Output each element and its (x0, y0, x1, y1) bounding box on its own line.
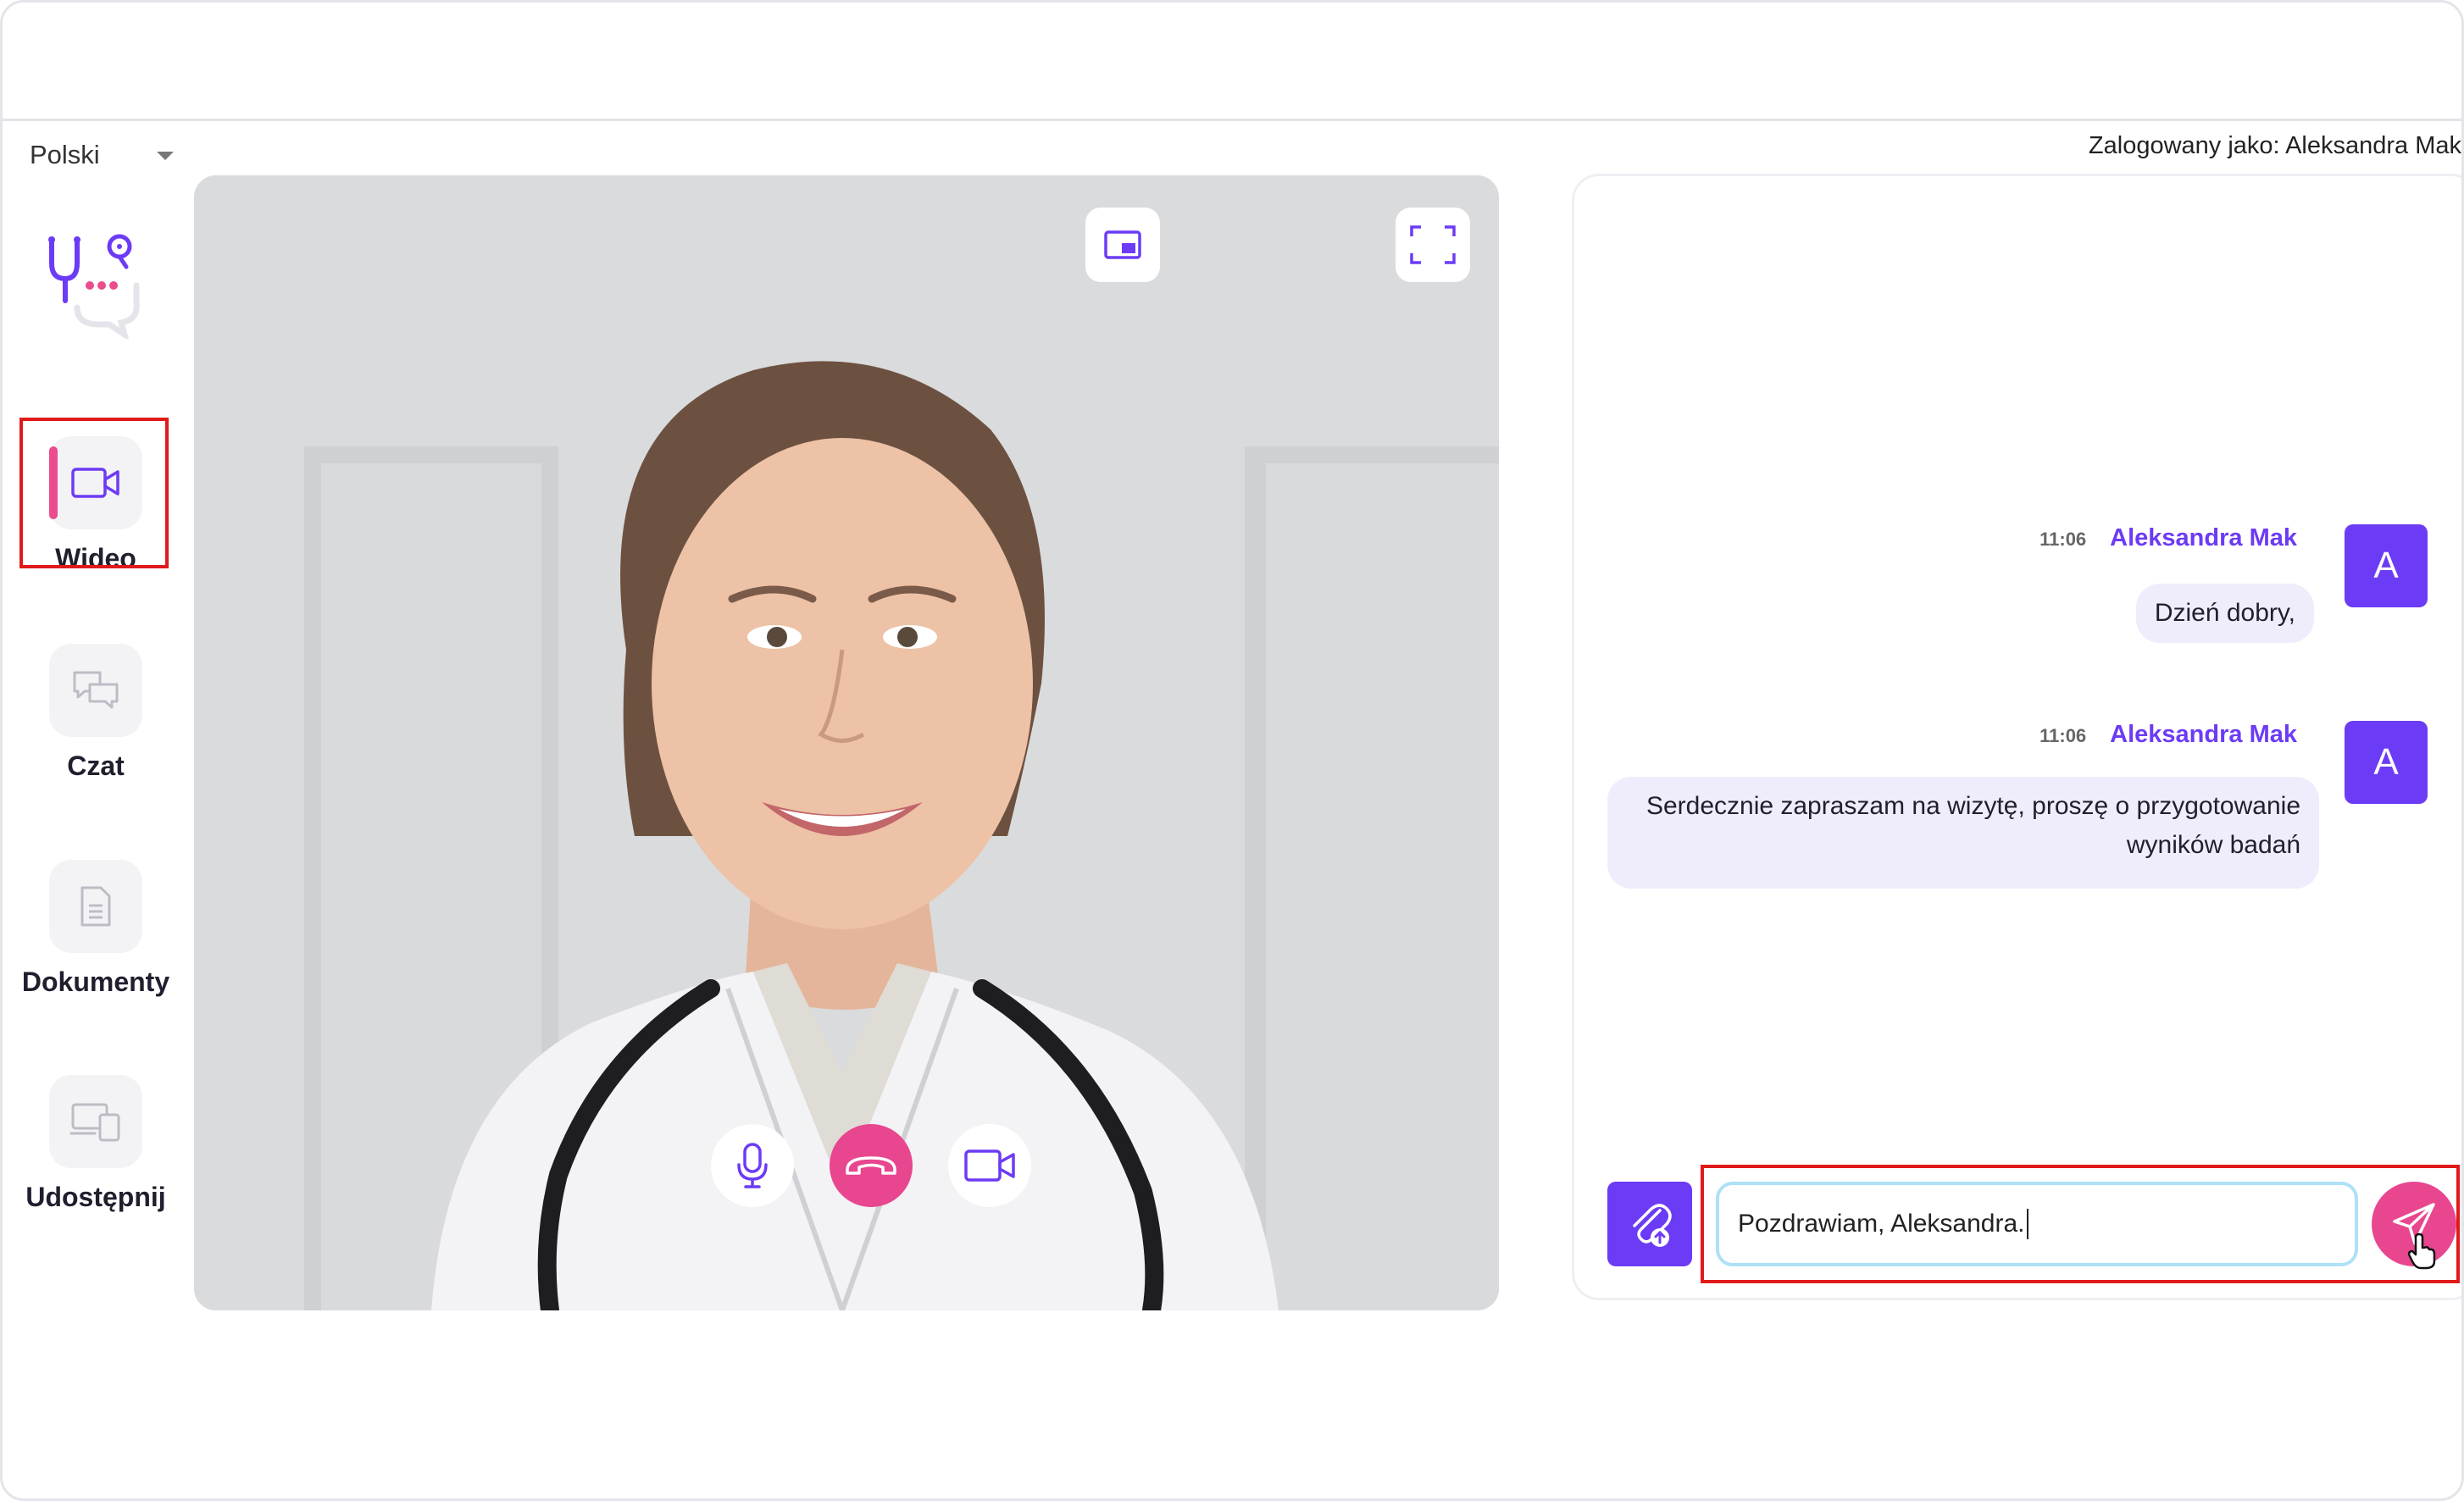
camera-button[interactable] (948, 1124, 1031, 1207)
sidebar-item-label: Udostępnij (25, 1182, 166, 1212)
camera-icon (964, 1149, 1015, 1182)
text-cursor (2026, 1209, 2028, 1239)
chat-bubbles-icon (73, 671, 119, 709)
avatar: A (2345, 721, 2428, 804)
message-text: wyników badań (2126, 831, 2300, 859)
nav-icon-box (49, 1075, 142, 1168)
attach-file-button[interactable] (1607, 1182, 1692, 1266)
sidebar-item-label: Wideo (55, 543, 136, 573)
app-window: Polski Zalogowany jako: Aleksandra Mak W… (0, 0, 2464, 1501)
top-bar (3, 3, 2461, 121)
video-camera-icon (71, 468, 119, 498)
picture-in-picture-button[interactable] (1085, 208, 1160, 282)
message-author: Aleksandra Mak (2110, 721, 2297, 748)
message-bubble: Dzień dobry, (2135, 584, 2314, 643)
sidebar-item-udostepnij[interactable]: Udostępnij (19, 1075, 172, 1219)
message-time: 11:06 (2039, 529, 2087, 550)
app-logo (48, 234, 140, 339)
sidebar-item-wideo[interactable]: Wideo (19, 436, 172, 580)
language-label: Polski (30, 140, 100, 169)
logged-in-label: Zalogowany jako: Aleksandra Mak (2088, 132, 2461, 159)
share-screen-icon (69, 1103, 120, 1142)
sidebar-item-czat[interactable]: Czat (19, 644, 172, 788)
language-select[interactable]: Polski (30, 136, 174, 174)
nav-icon-box (49, 860, 142, 953)
message-text: Serdecznie zapraszam na wizytę, proszę o… (1645, 792, 2300, 820)
fullscreen-button[interactable] (1396, 208, 1470, 282)
message-input-value: Pozdrawiam, Aleksandra. (1738, 1210, 2025, 1238)
nav-icon-box (49, 436, 142, 529)
document-icon (80, 886, 111, 927)
nav-icon-box (49, 644, 142, 737)
microphone-button[interactable] (711, 1124, 794, 1207)
hang-up-button[interactable] (830, 1124, 913, 1207)
sidebar-item-dokumenty[interactable]: Dokumenty (19, 860, 172, 1004)
microphone-icon (737, 1143, 768, 1188)
hand-cursor-icon (2407, 1232, 2436, 1270)
sidebar-item-label: Dokumenty (21, 967, 170, 997)
chevron-down-icon (157, 152, 174, 160)
fullscreen-icon (1410, 225, 1456, 264)
message-time: 11:06 (2039, 725, 2087, 746)
message-meta: 11:06 Aleksandra Mak (2039, 721, 2297, 749)
message-text: Dzień dobry, (2154, 599, 2295, 627)
message-meta: 11:06 Aleksandra Mak (2039, 524, 2297, 552)
avatar: A (2345, 524, 2428, 607)
message-author: Aleksandra Mak (2110, 524, 2297, 551)
picture-in-picture-icon (1104, 230, 1141, 259)
hang-up-icon (846, 1156, 896, 1175)
video-feed (194, 175, 1499, 1310)
message-input[interactable]: Pozdrawiam, Aleksandra. (1716, 1182, 2358, 1266)
message-bubble: Serdecznie zapraszam na wizytę, proszę o… (1607, 777, 2319, 889)
chat-panel (1572, 174, 2461, 1300)
sidebar-item-label: Czat (67, 750, 125, 781)
paperclip-upload-icon (1633, 1204, 1672, 1247)
